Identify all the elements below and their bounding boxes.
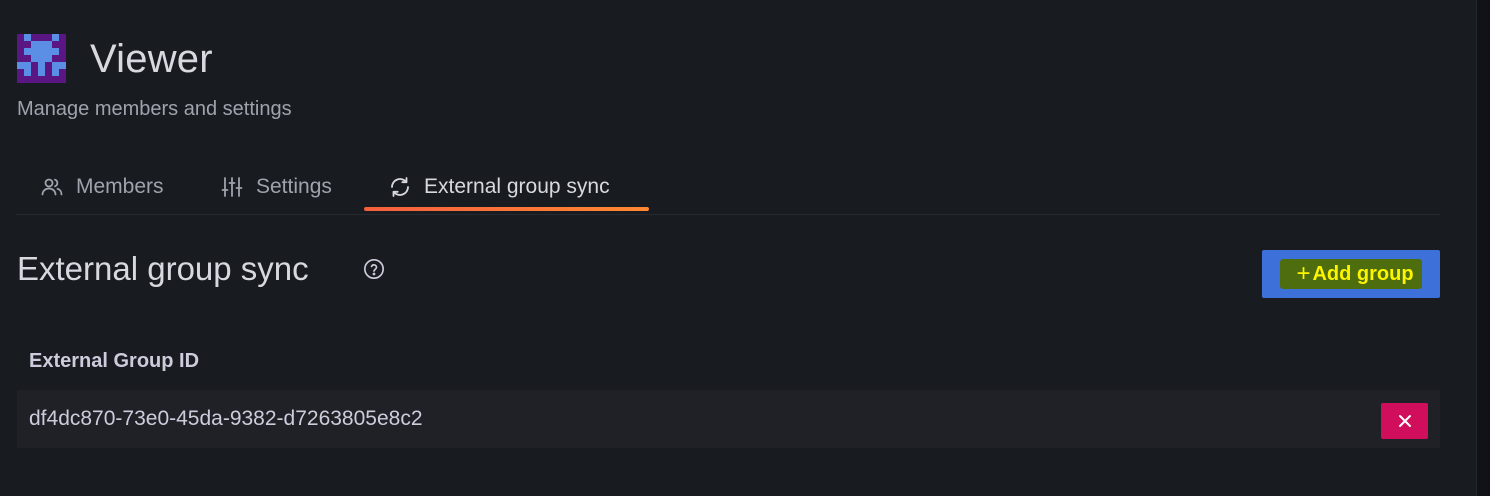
page-subtitle: Manage members and settings [17, 98, 292, 120]
users-icon [41, 178, 63, 196]
question-circle-icon[interactable] [363, 258, 385, 280]
page: Viewer Manage members and settings Membe… [0, 0, 1476, 496]
page-title: Viewer [90, 36, 213, 81]
column-header-external-group-id: External Group ID [29, 350, 200, 372]
sliders-icon [221, 177, 243, 197]
sync-icon [391, 177, 409, 197]
tab-members[interactable]: Members [40, 162, 164, 212]
tab-settings-label: Settings [256, 175, 332, 198]
tab-settings[interactable]: Settings [220, 162, 332, 212]
external-group-id-value: df4dc870-73e0-45da-9382-d7263805e8c2 [29, 407, 423, 430]
scrollbar-track[interactable] [1476, 0, 1490, 496]
plus-icon: + [1296, 260, 1311, 287]
close-icon [1398, 415, 1411, 427]
table-row: df4dc870-73e0-45da-9382-d7263805e8c2 [17, 390, 1440, 448]
section-title: External group sync [17, 250, 309, 287]
delete-group-button[interactable] [1381, 403, 1428, 439]
add-group-button[interactable]: + Add group [1262, 250, 1440, 298]
tab-external-group-sync-label: External group sync [424, 175, 610, 198]
active-tab-indicator [364, 207, 649, 211]
pixel-avatar-icon [17, 34, 66, 83]
tab-members-label: Members [76, 175, 164, 198]
page-header: Viewer [17, 34, 213, 83]
add-group-button-label: Add group [1312, 262, 1414, 285]
tab-external-group-sync[interactable]: External group sync [388, 162, 610, 212]
tab-bar: Members Settings External group sync [16, 162, 1440, 215]
add-group-button-content: + Add group [1280, 259, 1422, 289]
